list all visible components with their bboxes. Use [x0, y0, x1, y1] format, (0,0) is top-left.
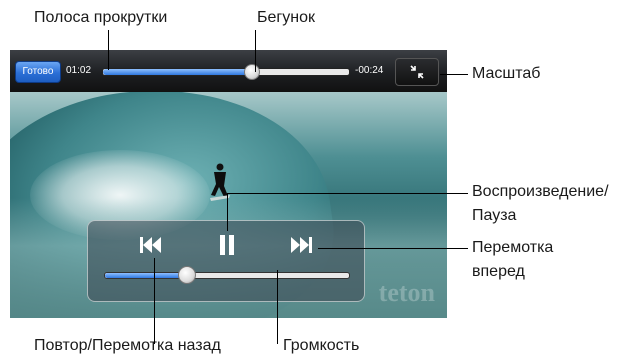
scrub-bar[interactable] — [102, 64, 350, 80]
scale-button[interactable] — [395, 58, 439, 86]
leader-play-pause-h — [227, 193, 468, 194]
video-watermark: teton — [378, 278, 435, 307]
video-player[interactable]: teton Готово 01:02 -00:24 — [10, 50, 447, 318]
leader-rewind — [154, 258, 155, 344]
volume-thumb[interactable] — [177, 266, 196, 284]
leader-fast-forward — [318, 248, 468, 249]
callout-volume: Громкость — [283, 337, 360, 354]
callout-fast-forward-1: Перемотка — [472, 239, 554, 256]
elapsed-time: 01:02 — [66, 65, 92, 76]
skip-back-icon[interactable] — [136, 233, 166, 257]
leader-volume — [277, 270, 278, 344]
playhead[interactable] — [243, 64, 260, 80]
callout-scale: Масштаб — [472, 65, 541, 82]
callout-play-pause-1: Воспроизведение/ — [472, 183, 609, 200]
pause-icon[interactable] — [212, 233, 242, 257]
volume-slider-fill — [105, 273, 186, 278]
callout-scrub-bar: Полоса прокрутки — [34, 9, 168, 26]
leader-playhead — [255, 30, 256, 72]
surfer-image — [210, 163, 230, 201]
done-button[interactable]: Готово — [15, 61, 61, 83]
callout-play-pause-2: Пауза — [472, 207, 517, 224]
leader-play-pause-v — [227, 193, 228, 231]
leader-scale — [440, 74, 468, 75]
callout-playhead: Бегунок — [257, 9, 315, 26]
leader-scrub-bar — [108, 30, 109, 70]
callout-fast-forward-2: вперед — [472, 263, 525, 280]
top-control-bar: Готово 01:02 -00:24 — [10, 50, 447, 92]
skip-forward-icon[interactable] — [286, 233, 316, 257]
volume-slider[interactable] — [104, 266, 350, 284]
scrub-bar-fill — [103, 69, 251, 75]
remaining-time: -00:24 — [355, 65, 384, 76]
collapse-icon — [410, 65, 424, 79]
callout-rewind: Повтор/Перемотка назад — [34, 337, 221, 354]
playback-controls-panel — [87, 220, 365, 302]
